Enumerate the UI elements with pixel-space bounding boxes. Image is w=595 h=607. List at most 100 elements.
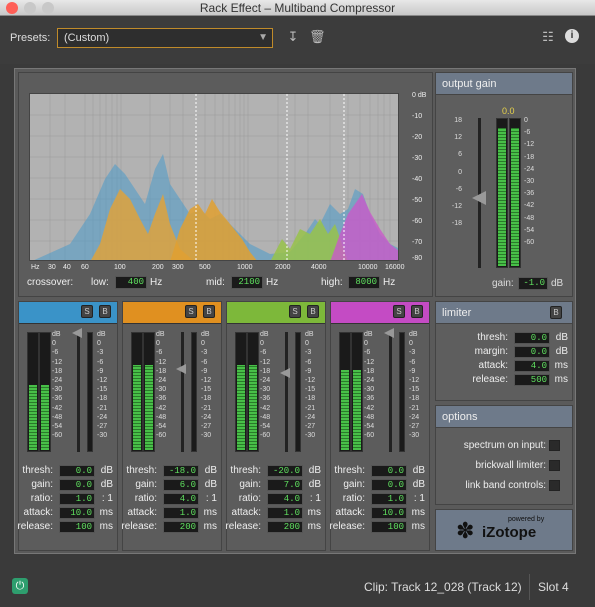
presets-dropdown[interactable]: (Custom) ▼	[57, 28, 273, 48]
freq-tick: 60	[81, 264, 89, 271]
band-gain-field[interactable]: 0.0	[371, 479, 407, 491]
band-release-field[interactable]: 100	[371, 521, 407, 533]
band-thresh-label: thresh:	[230, 465, 261, 476]
save-preset-icon[interactable]: ↧	[285, 29, 301, 45]
info-icon[interactable]: i	[565, 29, 579, 43]
mid-unit: Hz	[266, 277, 279, 288]
close-window-button[interactable]	[6, 2, 18, 14]
limiter-release-unit: ms	[554, 374, 568, 385]
limiter-release-field[interactable]: 500	[514, 374, 550, 386]
band-panel-2: S BdB 0 -6 -12 -18 -24 -30 -36 -42 -48 -54 -60 dB 0 -3-…	[121, 301, 222, 551]
band-gain-field[interactable]: 6.0	[163, 479, 199, 491]
solo-button[interactable]: S	[81, 305, 93, 318]
spectrum-display[interactable]	[29, 93, 399, 261]
solo-button[interactable]: S	[185, 305, 197, 318]
band-attack-row: attack: 1.0 ms	[231, 507, 321, 521]
output-gain-title: output gain	[436, 73, 572, 95]
band-ratio-unit: : 1	[205, 493, 217, 504]
powered-by-text: powered by	[508, 516, 545, 523]
spectrum-on-input-checkbox[interactable]	[549, 440, 560, 451]
band-attack-row: attack: 1.0 ms	[127, 507, 217, 521]
band-ratio-row: ratio: 4.0: 1	[127, 493, 217, 507]
band-gain-label: gain:	[31, 479, 53, 490]
band-ratio-unit: : 1	[309, 493, 321, 504]
band-thresh-field[interactable]: -20.0	[267, 465, 303, 477]
band-ratio-field[interactable]: 1.0	[59, 493, 95, 505]
band-attack-field[interactable]: 10.0	[59, 507, 95, 519]
band-meter-left	[27, 332, 39, 452]
band-release-field[interactable]: 200	[163, 521, 199, 533]
band-release-field[interactable]: 100	[59, 521, 95, 533]
band-attack-field[interactable]: 1.0	[267, 507, 303, 519]
limiter-attack-field[interactable]: 4.0	[514, 360, 550, 372]
band-input-scale: dB 0 -6 -12 -18 -24 -30 -36 -42 -48 -54 -60	[364, 331, 375, 440]
limiter-panel: limiter B thresh: 0.0 dB margin: 0.0 dB …	[435, 301, 573, 401]
band-thresh-row: thresh: 0.0 dB	[334, 465, 425, 479]
freq-tick: 2000	[275, 264, 291, 271]
izotope-brand-text: iZotope	[482, 524, 537, 541]
link-band-controls-checkbox[interactable]	[549, 480, 560, 491]
zoom-window-button[interactable]	[42, 2, 54, 14]
bypass-button[interactable]: B	[203, 305, 215, 318]
bypass-button[interactable]: B	[411, 305, 423, 318]
band-thresh-field[interactable]: -18.0	[163, 465, 199, 477]
band-header: SB	[123, 302, 221, 324]
band-attack-field[interactable]: 1.0	[163, 507, 199, 519]
low-crossover-field[interactable]: 400	[115, 276, 147, 289]
gain-reduction-scale: dB 0 -3 -6 -9 -12 -15 -18 -21 -24 -27 -30	[305, 331, 316, 440]
band-attack-field[interactable]: 10.0	[371, 507, 407, 519]
bypass-button[interactable]: B	[99, 305, 111, 318]
gain-reduction-scale: dB 0 -3 -6 -9 -12 -15 -18 -21 -24 -27 -30	[97, 331, 108, 440]
output-gain-scale: 18 12 6 0 -6 -12 -18	[451, 117, 462, 228]
power-icon[interactable]: ⏻	[12, 578, 28, 594]
db-tick: -20	[412, 134, 423, 141]
band-thresh-label: thresh:	[22, 465, 53, 476]
clip-info: Clip: Track 12_028 (Track 12)	[364, 580, 522, 594]
band-ratio-label: ratio:	[342, 493, 365, 504]
routing-icon[interactable]: ☷	[540, 29, 556, 45]
band-ratio-field[interactable]: 1.0	[371, 493, 407, 505]
band-thresh-unit: dB	[100, 465, 113, 476]
solo-button[interactable]: S	[393, 305, 405, 318]
link-band-controls-label: link band controls:	[465, 480, 546, 492]
threshold-slider-track[interactable]	[77, 332, 80, 452]
band-ratio-row: ratio: 4.0: 1	[231, 493, 321, 507]
band-header: SB	[227, 302, 325, 324]
band-thresh-row: thresh: -20.0 dB	[230, 465, 321, 479]
brickwall-limiter-label: brickwall limiter:	[475, 460, 546, 472]
band-release-unit: ms	[411, 521, 425, 532]
output-gain-label: gain:	[492, 278, 514, 289]
window-title: Rack Effect – Multiband Compressor	[199, 1, 396, 15]
spectrum-graph	[30, 94, 398, 260]
solo-button[interactable]: S	[289, 305, 301, 318]
mid-crossover-field[interactable]: 2100	[231, 276, 263, 289]
band-gain-unit: dB	[308, 479, 321, 490]
band-ratio-field[interactable]: 4.0	[163, 493, 199, 505]
band-gain-field[interactable]: 0.0	[59, 479, 95, 491]
threshold-slider-track[interactable]	[389, 332, 392, 452]
trash-icon[interactable]: 🗑	[309, 29, 326, 45]
band-release-field[interactable]: 200	[267, 521, 303, 533]
limiter-attack-label: attack:	[478, 360, 508, 371]
band-panel-4: S BdB 0 -6 -12 -18 -24 -30 -36 -42 -48 -54 -60 dB 0 -3-…	[329, 301, 430, 551]
band-release-label: release:	[329, 521, 365, 532]
bypass-button[interactable]: B	[307, 305, 319, 318]
band-gain-field[interactable]: 7.0	[267, 479, 303, 491]
band-thresh-field[interactable]: 0.0	[371, 465, 407, 477]
limiter-bypass-button[interactable]: B	[550, 306, 562, 319]
band-ratio-row: ratio: 1.0: 1	[23, 493, 113, 507]
minimize-window-button[interactable]	[24, 2, 36, 14]
band-thresh-field[interactable]: 0.0	[59, 465, 95, 477]
threshold-slider-track[interactable]	[181, 332, 184, 452]
limiter-margin-field[interactable]: 0.0	[514, 346, 550, 358]
band-gain-label: gain:	[135, 479, 157, 490]
brickwall-limiter-checkbox[interactable]	[549, 460, 560, 471]
limiter-title-text: limiter	[442, 307, 472, 319]
limiter-thresh-field[interactable]: 0.0	[514, 332, 550, 344]
high-crossover-field[interactable]: 8000	[348, 276, 380, 289]
threshold-slider-track[interactable]	[285, 332, 288, 452]
freq-tick: 4000	[311, 264, 327, 271]
output-gain-field[interactable]: -1.0	[518, 277, 548, 290]
band-ratio-field[interactable]: 4.0	[267, 493, 303, 505]
output-gain-slider-track[interactable]	[478, 118, 481, 268]
